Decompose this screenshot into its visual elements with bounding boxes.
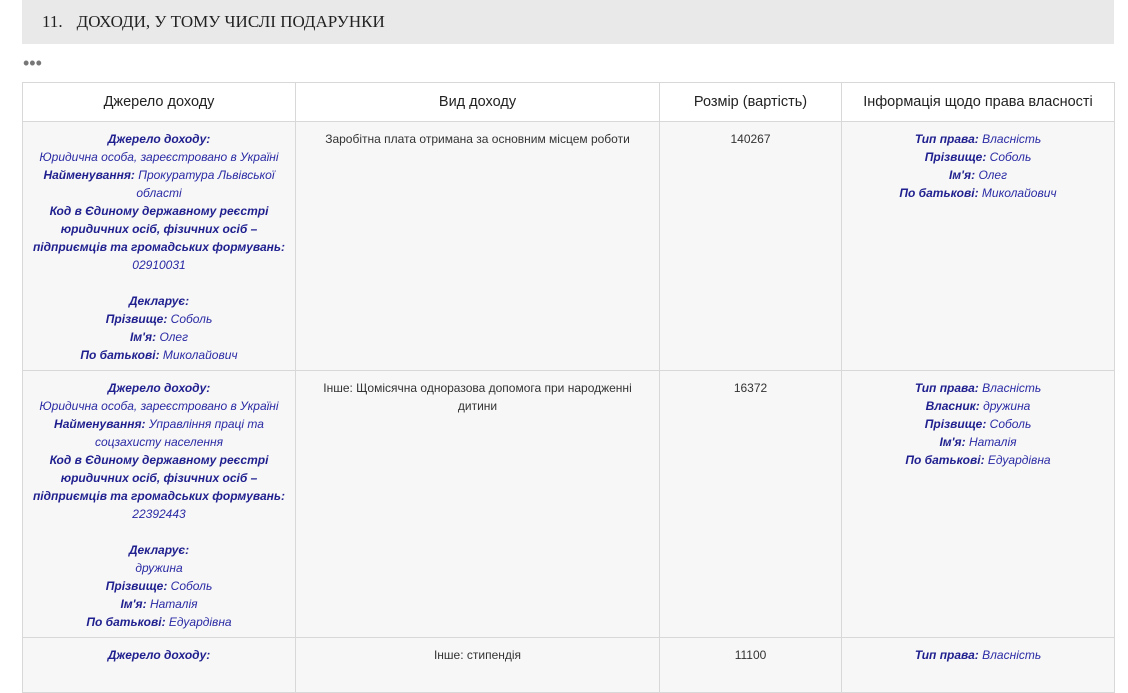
value-owner-first-name: Наталія bbox=[968, 435, 1017, 449]
cell-income-type: Заробітна плата отримана за основним міс… bbox=[295, 121, 660, 371]
label-owner-patronymic: По батькові: bbox=[899, 186, 979, 200]
cell-amount: 140267 bbox=[659, 121, 842, 371]
label-first-name: Ім'я: bbox=[129, 330, 157, 344]
income-table: Джерело доходу Вид доходу Розмір (вартіс… bbox=[22, 82, 1115, 693]
cell-income-source: Джерело доходу: Юридична особа, зареєстр… bbox=[22, 121, 296, 371]
label-owner-surname: Прізвище: bbox=[924, 417, 987, 431]
value-surname: Соболь bbox=[170, 312, 213, 326]
label-source: Джерело доходу: bbox=[107, 381, 211, 395]
cell-ownership-info: Тип права: Власність Власник: дружина Пр… bbox=[841, 370, 1115, 638]
label-surname: Прізвище: bbox=[105, 312, 168, 326]
label-declarant: Декларує: bbox=[128, 294, 190, 308]
table-row: Джерело доходу: Юридична особа, зареєстр… bbox=[22, 370, 1115, 638]
value-first-name: Наталія bbox=[149, 597, 198, 611]
header-income-type: Вид доходу bbox=[295, 82, 660, 122]
label-name: Найменування: bbox=[43, 168, 135, 182]
header-amount: Розмір (вартість) bbox=[659, 82, 842, 122]
value-patronymic: Едуардівна bbox=[168, 615, 232, 629]
label-declarant: Декларує: bbox=[128, 543, 190, 557]
income-table-wrapper: Джерело доходу Вид доходу Розмір (вартіс… bbox=[22, 82, 1115, 693]
value-source-type: Юридична особа, зареєстровано в Україні bbox=[39, 150, 279, 164]
value-declarant: дружина bbox=[135, 561, 183, 575]
value-first-name: Олег bbox=[159, 330, 189, 344]
label-name: Найменування: bbox=[54, 417, 146, 431]
section-title: ДОХОДИ, У ТОМУ ЧИСЛІ ПОДАРУНКИ bbox=[76, 12, 385, 31]
label-right-type: Тип права: bbox=[914, 648, 979, 662]
cell-income-source: Джерело доходу: Юридична особа, зареєстр… bbox=[22, 370, 296, 638]
header-income-source: Джерело доходу bbox=[22, 82, 296, 122]
label-patronymic: По батькові: bbox=[80, 348, 160, 362]
cell-amount: 11100 bbox=[659, 637, 842, 693]
value-surname: Соболь bbox=[170, 579, 213, 593]
label-owner-surname: Прізвище: bbox=[924, 150, 987, 164]
value-owner-first-name: Олег bbox=[978, 168, 1008, 182]
cell-amount: 16372 bbox=[659, 370, 842, 638]
value-right-type: Власність bbox=[982, 132, 1042, 146]
value-owner-surname: Соболь bbox=[989, 150, 1032, 164]
value-name: Прокуратура Львівської області bbox=[136, 168, 275, 200]
label-owner-patronymic: По батькові: bbox=[905, 453, 985, 467]
header-ownership-info: Інформація щодо права власності bbox=[841, 82, 1115, 122]
value-owner-patronymic: Миколайович bbox=[981, 186, 1057, 200]
table-header-row: Джерело доходу Вид доходу Розмір (вартіс… bbox=[22, 82, 1115, 122]
label-owner: Власник: bbox=[925, 399, 980, 413]
value-right-type: Власність bbox=[982, 648, 1042, 662]
label-owner-first-name: Ім'я: bbox=[948, 168, 976, 182]
table-row: Джерело доходу: Інше: стипендія 11100 Ти… bbox=[22, 637, 1115, 693]
section-header: 11. ДОХОДИ, У ТОМУ ЧИСЛІ ПОДАРУНКИ bbox=[22, 0, 1114, 44]
cell-ownership-info: Тип права: Власність Прізвище: Соболь Ім… bbox=[841, 121, 1115, 371]
cell-income-type: Інше: Щомісячна одноразова допомога при … bbox=[295, 370, 660, 638]
label-right-type: Тип права: bbox=[914, 132, 979, 146]
label-source: Джерело доходу: bbox=[107, 132, 211, 146]
section-number: 11. bbox=[42, 12, 63, 31]
label-surname: Прізвище: bbox=[105, 579, 168, 593]
more-dots-icon[interactable]: ••• bbox=[23, 54, 42, 72]
label-patronymic: По батькові: bbox=[86, 615, 166, 629]
cell-income-type: Інше: стипендія bbox=[295, 637, 660, 693]
label-first-name: Ім'я: bbox=[120, 597, 147, 611]
label-right-type: Тип права: bbox=[914, 381, 979, 395]
table-row: Джерело доходу: Юридична особа, зареєстр… bbox=[22, 121, 1115, 371]
label-code: Код в Єдиному державному реєстрі юридичн… bbox=[32, 453, 286, 503]
value-owner: дружина bbox=[983, 399, 1031, 413]
cell-income-source: Джерело доходу: bbox=[22, 637, 296, 693]
label-owner-first-name: Ім'я: bbox=[939, 435, 966, 449]
value-owner-patronymic: Едуардівна bbox=[987, 453, 1051, 467]
value-source-type: Юридична особа, зареєстровано в Україні bbox=[39, 399, 279, 413]
value-right-type: Власність bbox=[982, 381, 1042, 395]
label-source: Джерело доходу: bbox=[107, 648, 211, 662]
cell-ownership-info: Тип права: Власність bbox=[841, 637, 1115, 693]
value-owner-surname: Соболь bbox=[989, 417, 1032, 431]
value-code: 02910031 bbox=[132, 258, 186, 272]
label-code: Код в Єдиному державному реєстрі юридичн… bbox=[32, 204, 286, 254]
value-patronymic: Миколайович bbox=[162, 348, 238, 362]
value-code: 22392443 bbox=[132, 507, 186, 521]
